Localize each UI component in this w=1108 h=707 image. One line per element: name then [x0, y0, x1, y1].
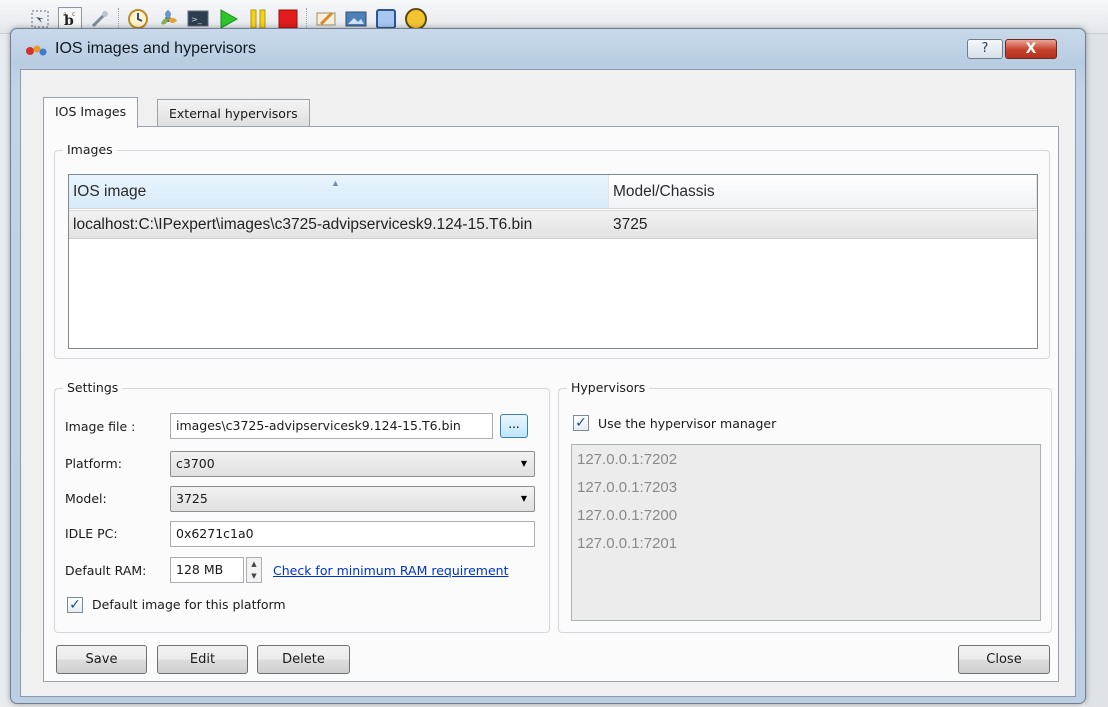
- idle-pc-label: IDLE PC:: [65, 526, 118, 541]
- list-item: 127.0.0.1:7200: [577, 507, 678, 524]
- images-group-title: Images: [63, 142, 117, 157]
- sort-ascending-icon: ▲: [331, 178, 340, 188]
- toolbar-separator: [306, 8, 307, 30]
- model-select[interactable]: 3725 ▼: [170, 486, 535, 512]
- app-icon: [26, 45, 47, 56]
- column-header-model[interactable]: Model/Chassis: [609, 175, 1037, 209]
- chevron-down-icon: ▼: [520, 494, 527, 503]
- default-ram-label: Default RAM:: [65, 563, 147, 578]
- save-button[interactable]: Save: [56, 645, 147, 674]
- ios-images-panel: Images ▲ IOS image Model/Chassis localho…: [43, 126, 1059, 682]
- ram-requirement-link[interactable]: Check for minimum RAM requirement: [273, 563, 509, 578]
- default-ram-input[interactable]: 128 MB: [170, 557, 244, 583]
- tab-external-hypervisors[interactable]: External hypervisors: [157, 99, 310, 127]
- table-cell-ios-image: localhost:C:\IPexpert\images\c3725-advip…: [73, 216, 533, 233]
- hypervisor-list[interactable]: 127.0.0.1:7202 127.0.0.1:7203 127.0.0.1:…: [571, 444, 1041, 621]
- use-hypervisor-manager-label: Use the hypervisor manager: [598, 416, 777, 431]
- idle-pc-input[interactable]: 0x6271c1a0: [170, 521, 535, 547]
- settings-group: Settings Image file : images\c3725-advip…: [54, 380, 550, 633]
- table-row[interactable]: localhost:C:\IPexpert\images\c3725-advip…: [69, 210, 1037, 239]
- chevron-down-icon: ▼: [520, 459, 527, 468]
- close-button[interactable]: Close: [958, 645, 1050, 674]
- model-value: 3725: [176, 491, 208, 506]
- svg-text:a: a: [63, 11, 67, 18]
- list-item: 127.0.0.1:7202: [577, 451, 678, 468]
- platform-label: Platform:: [65, 456, 122, 471]
- svg-text:>_: >_: [191, 15, 203, 24]
- model-label: Model:: [65, 491, 107, 506]
- window-title: IOS images and hypervisors: [55, 40, 256, 57]
- default-image-checkbox[interactable]: ✓: [67, 597, 83, 613]
- image-file-input[interactable]: images\c3725-advipservicesk9.124-15.T6.b…: [170, 413, 493, 439]
- window-close-button[interactable]: X: [1005, 39, 1057, 59]
- settings-group-title: Settings: [63, 380, 123, 395]
- background-app: [1085, 34, 1108, 707]
- column-header-label: IOS image: [73, 183, 147, 200]
- list-item: 127.0.0.1:7201: [577, 535, 678, 552]
- delete-button[interactable]: Delete: [257, 645, 350, 674]
- browse-button[interactable]: ...: [500, 414, 528, 438]
- default-image-label: Default image for this platform: [92, 597, 286, 612]
- titlebar: IOS images and hypervisors ? X: [11, 29, 1085, 69]
- use-hypervisor-manager-checkbox[interactable]: ✓: [573, 415, 589, 431]
- edit-button[interactable]: Edit: [157, 645, 248, 674]
- image-file-label: Image file :: [65, 419, 136, 434]
- toolbar-separator: [118, 8, 119, 30]
- images-group: Images ▲ IOS image Model/Chassis localho…: [54, 142, 1050, 359]
- platform-value: c3700: [176, 456, 215, 471]
- tab-ios-images[interactable]: IOS Images: [43, 97, 139, 128]
- list-item: 127.0.0.1:7203: [577, 479, 678, 496]
- svg-text:c: c: [72, 11, 75, 18]
- ram-spinner[interactable]: ▲ ▼: [246, 557, 262, 583]
- table-cell-model: 3725: [613, 216, 648, 233]
- hypervisors-group-title: Hypervisors: [567, 380, 650, 395]
- hypervisors-group: Hypervisors ✓ Use the hypervisor manager…: [558, 380, 1052, 633]
- help-button[interactable]: ?: [967, 39, 1003, 59]
- column-header-ios-image[interactable]: ▲ IOS image: [69, 175, 609, 209]
- ios-images-dialog: IOS images and hypervisors ? X IOS Image…: [10, 28, 1086, 704]
- platform-select[interactable]: c3700 ▼: [170, 451, 535, 477]
- images-table[interactable]: ▲ IOS image Model/Chassis localhost:C:\I…: [68, 174, 1038, 349]
- dialog-client-area: IOS Images External hypervisors Images ▲…: [20, 69, 1076, 697]
